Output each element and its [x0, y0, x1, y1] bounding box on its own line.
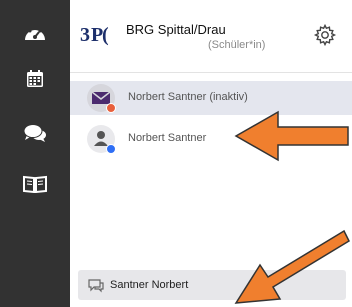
person-avatar — [87, 125, 116, 154]
contact-name: Norbert Santner — [128, 132, 207, 144]
dashboard-icon[interactable] — [21, 19, 49, 45]
svg-text:(: ( — [102, 24, 109, 46]
chat-icon[interactable] — [21, 120, 49, 146]
status-dot — [106, 144, 116, 154]
svg-text:3: 3 — [80, 24, 90, 46]
chat-bubble-icon — [87, 277, 105, 298]
gear-icon[interactable] — [313, 23, 337, 47]
contact-name: Norbert Santner (inaktiv) — [128, 91, 248, 103]
sidebar-rail — [0, 0, 70, 307]
main-panel: 3 P ( BRG Spittal/Drau (Schüler*in) Norb… — [70, 0, 352, 307]
school-logo: 3 P ( — [80, 22, 114, 46]
status-dot — [106, 103, 116, 113]
book-icon[interactable] — [21, 171, 49, 197]
contact-row-inactive[interactable]: Norbert Santner (inaktiv) — [70, 81, 352, 115]
user-role: (Schüler*in) — [208, 39, 266, 51]
contact-row[interactable]: Norbert Santner — [70, 122, 352, 156]
header: 3 P ( BRG Spittal/Drau (Schüler*in) — [70, 0, 352, 73]
conversation-item[interactable]: Santner Norbert — [78, 270, 346, 300]
school-name: BRG Spittal/Drau — [126, 22, 226, 37]
mail-avatar — [87, 84, 116, 113]
conversation-label: Santner Norbert — [110, 279, 189, 291]
calendar-icon[interactable] — [21, 66, 49, 92]
